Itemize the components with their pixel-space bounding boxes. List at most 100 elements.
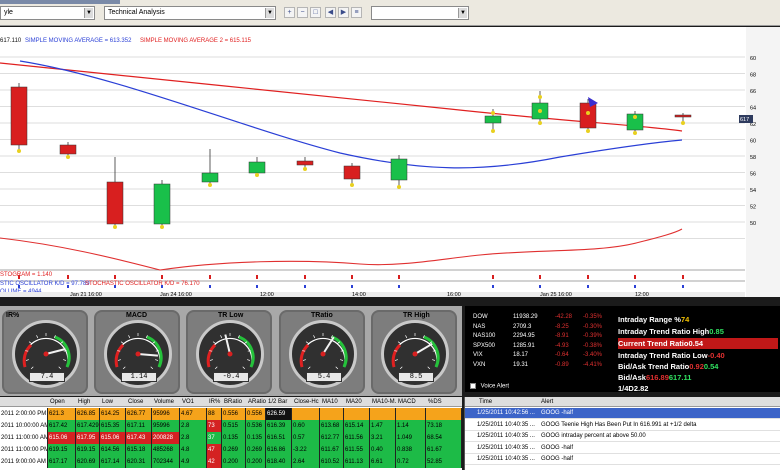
table-cell: 614.56: [100, 444, 126, 456]
alert-row[interactable]: 1/25/2011 10:40:35 ... GOOG Teenie High H…: [465, 420, 780, 431]
table-cell: 200828: [152, 432, 180, 444]
price-chart[interactable]: 60 68 66 64 62 60 58 56 54 52 50 617 617.110 SIMPLE …: [0, 27, 780, 298]
dial-tick: [242, 366, 246, 370]
style-select[interactable]: yle ▼: [0, 6, 95, 20]
legend-stoch-osc: STIC OSCILLATOR K/D = 97.789: [0, 281, 90, 287]
style-select-value: yle: [4, 9, 13, 16]
table-row[interactable]: 2011 9:00:00 AM 617.17 620.69 617.14 620.31 7…: [0, 456, 462, 468]
voice-alert-checkbox[interactable]: [470, 383, 476, 389]
market-row-nas: NAS 2709.3 -8.25 -0.30%: [473, 323, 613, 332]
alert-row[interactable]: 1/25/2011 10:42:56 ... GOOG -half: [465, 408, 780, 419]
bid-ask-ratio-value: 0.92: [689, 362, 704, 371]
candle[interactable]: [296, 160, 314, 166]
chevron-down-icon[interactable]: ▼: [265, 8, 274, 18]
candle[interactable]: [153, 183, 171, 225]
table-cell: 611.67: [320, 444, 344, 456]
table-row[interactable]: 2011 11:00:00 PM 619.15 619.15 614.56 615.18…: [0, 444, 462, 456]
alert-row[interactable]: 1/25/2011 10:40:35 ... GOOG intraday perc…: [465, 431, 780, 442]
table-cell: 611.13: [344, 456, 370, 468]
table-cell: [320, 408, 344, 420]
table-cell: 616.51: [266, 432, 292, 444]
candle[interactable]: [248, 161, 266, 174]
alert-row[interactable]: 1/25/2011 10:40:35 ... GOOG -half: [465, 443, 780, 454]
dial-tick: [432, 359, 436, 361]
bid-ask-ratio-label: Bid/Ask Trend Ratio: [618, 362, 690, 371]
market-row-nas100: NAS100 2294.95 -8.91 -0.39%: [473, 332, 613, 341]
dial-tick: [36, 335, 39, 339]
zoom-fit-icon[interactable]: □: [310, 7, 321, 18]
market-change: -0.64: [555, 352, 569, 358]
study-select[interactable]: Technical Analysis ▼: [104, 6, 276, 20]
volume-bar: [67, 285, 69, 288]
candle[interactable]: [579, 102, 597, 129]
table-header-cell: Close: [128, 399, 144, 405]
market-value: 11938.29: [513, 314, 538, 320]
table-cell: 702344: [152, 456, 180, 468]
alerts-panel: Time Alert 1/25/2011 10:42:56 ... GOOG -h…: [464, 397, 780, 470]
zoom-in-icon[interactable]: +: [284, 7, 295, 18]
dial-red-zone: [299, 343, 310, 368]
stochastic-line: [0, 228, 683, 271]
candle-marker: [538, 121, 542, 125]
scroll-left-icon[interactable]: ◀: [325, 7, 336, 18]
candle[interactable]: [390, 158, 408, 181]
volume-bar: [398, 285, 400, 288]
market-value: 19.31: [513, 361, 529, 368]
alert-text: GOOG -half: [541, 444, 574, 451]
candle[interactable]: [674, 114, 692, 118]
table-cell: 626.85: [76, 408, 100, 420]
market-percent: -0.38%: [583, 342, 603, 349]
candle[interactable]: [10, 86, 28, 146]
market-change: -8.91: [555, 333, 569, 339]
candle-marker: [397, 185, 401, 189]
bar-data-table: Open High Low Close Volume VO1 IR% BRatio ARatio…: [0, 397, 462, 470]
candle[interactable]: [106, 181, 124, 225]
table-cell: [370, 408, 396, 420]
study-select-value: Technical Analysis: [108, 9, 165, 16]
alerts-header: Time Alert: [465, 397, 780, 407]
toolbar-select-right[interactable]: ▼: [371, 6, 469, 20]
settings-icon[interactable]: ≡: [351, 7, 362, 18]
table-cell-time: 2011 2:00:00 PM: [0, 408, 48, 420]
table-row[interactable]: 2011 11:00:00 AM 615.06 617.95 615.06 617.43…: [0, 432, 462, 444]
candle[interactable]: [201, 172, 219, 183]
scroll-right-icon[interactable]: ▶: [338, 7, 349, 18]
candle[interactable]: [484, 115, 502, 124]
table-row[interactable]: 2011 10:00:00 AM 617.42 617.429 615.35 617.1…: [0, 420, 462, 432]
table-cell: 616.39: [266, 420, 292, 432]
table-cell-time: 2011 11:00:00 AM: [0, 432, 48, 444]
stoch-hist-bar: [492, 275, 494, 279]
table-cell: 617.17: [48, 456, 76, 468]
table-cell: 95996: [152, 408, 180, 420]
gauge-readout: 8.5: [398, 372, 434, 382]
table-row[interactable]: 2011 2:00:00 PM 621.3 626.85 614.25 626.77 95…: [0, 408, 462, 420]
stoch-hist-bar: [304, 275, 306, 279]
table-header-cell: MA10-M.: [372, 399, 397, 405]
table-cell: 619.15: [48, 444, 76, 456]
chevron-down-icon[interactable]: ▼: [458, 8, 467, 18]
table-cell: 2.8: [180, 432, 207, 444]
gauge-needle: [322, 336, 335, 355]
zoom-out-icon[interactable]: −: [297, 7, 308, 18]
chevron-down-icon[interactable]: ▼: [84, 8, 93, 18]
gauge-readout: -0.4: [213, 372, 249, 382]
table-header-cell: Low: [102, 399, 114, 405]
table-cell: 615.06: [48, 432, 76, 444]
x-tick-label: Jan 21 16:00: [70, 292, 102, 297]
gauge-label: TRatio: [311, 312, 333, 319]
candle-marker: [491, 129, 495, 133]
candle-marker: [66, 155, 70, 159]
table-cell: 47: [207, 444, 222, 456]
bid-ask: Bid/Ask616.89617.11: [618, 372, 778, 383]
alert-row[interactable]: 1/25/2011 10:40:35 ... GOOG -half: [465, 454, 780, 465]
table-cell: 88: [207, 408, 222, 420]
candle-marker: [303, 167, 307, 171]
table-cell: [396, 408, 426, 420]
voice-alert-toggle[interactable]: Voice Alert: [470, 383, 509, 390]
candle[interactable]: [59, 144, 77, 155]
candle[interactable]: [343, 165, 361, 180]
stoch-hist-bar: [114, 275, 116, 279]
table-cell-time: 2011 10:00:00 AM: [0, 420, 48, 432]
dial-tick: [128, 335, 131, 339]
volume-bar: [351, 285, 353, 288]
